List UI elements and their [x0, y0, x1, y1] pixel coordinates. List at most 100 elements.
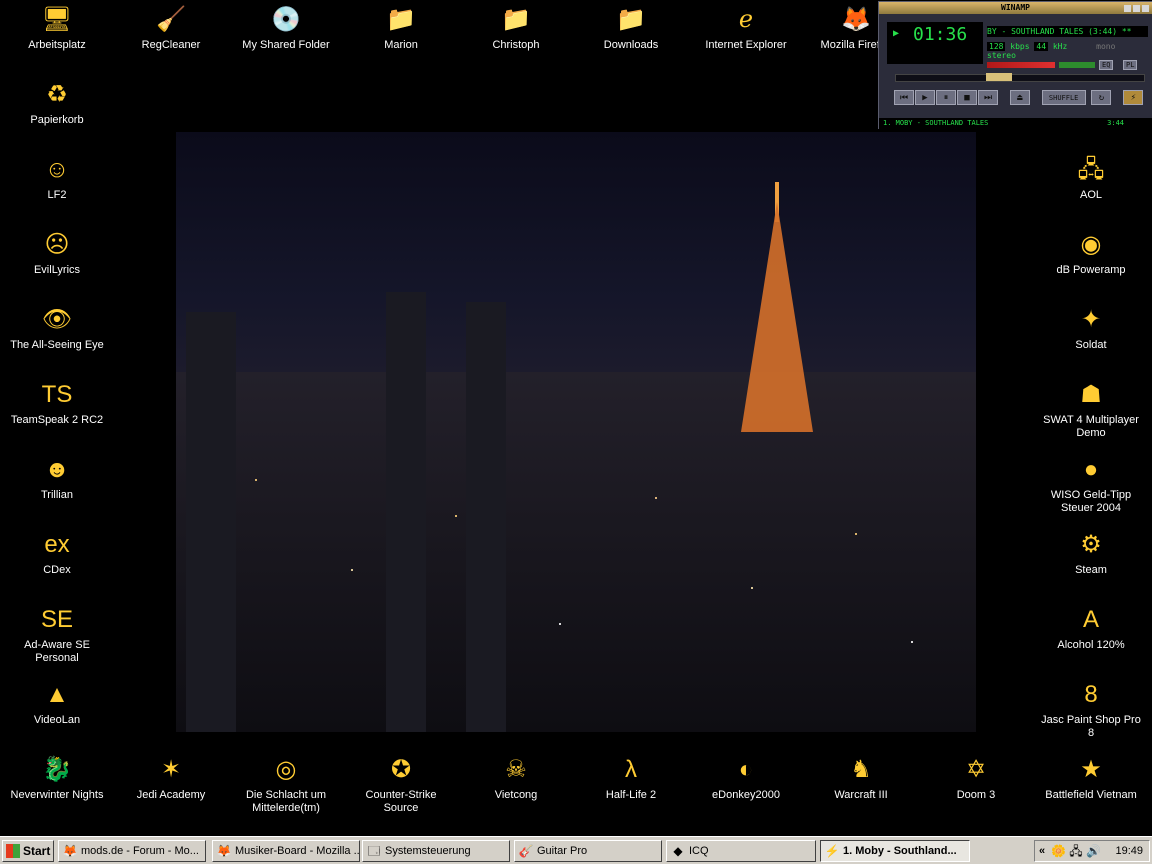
- desktop-icon-label[interactable]: Jedi Academy: [115, 789, 227, 802]
- desktop-icon[interactable]: 🖧 AOL: [1035, 154, 1147, 202]
- icq-tray-icon[interactable]: 🌼: [1051, 844, 1066, 858]
- desktop-icon[interactable]: ♞ Warcraft III: [805, 754, 917, 802]
- desktop-icon-image[interactable]: ✦: [1075, 304, 1107, 336]
- desktop-icon[interactable]: 📁 Marion: [345, 4, 457, 52]
- desktop-icon-label[interactable]: LF2: [1, 189, 113, 202]
- winamp-title-bar[interactable]: WINAMP: [879, 2, 1152, 14]
- desktop-icon-image[interactable]: ▲: [41, 679, 73, 711]
- desktop-icon[interactable]: ☺ LF2: [1, 154, 113, 202]
- desktop-icon-image[interactable]: ⚙: [1075, 529, 1107, 561]
- taskbar-button[interactable]: 🗔 Systemsteuerung: [362, 840, 510, 862]
- desktop-icon-label[interactable]: Arbeitsplatz: [1, 39, 113, 52]
- pause-icon[interactable]: ⏸: [936, 90, 956, 105]
- desktop-icon-image[interactable]: λ: [615, 754, 647, 786]
- desktop-icon[interactable]: λ Half-Life 2: [575, 754, 687, 802]
- desktop-icon-image[interactable]: 📁: [500, 4, 532, 36]
- winamp-logo-icon[interactable]: ⚡: [1123, 90, 1144, 105]
- desktop-icon[interactable]: 8 Jasc Paint Shop Pro 8: [1035, 679, 1147, 740]
- desktop-icon-label[interactable]: Die Schlacht um Mittelerde(tm): [230, 789, 342, 815]
- desktop-icon[interactable]: 💿 My Shared Folder: [230, 4, 342, 52]
- desktop-icon-label[interactable]: EvilLyrics: [1, 264, 113, 277]
- desktop-icon-label[interactable]: Battlefield Vietnam: [1035, 789, 1147, 802]
- desktop-icon-label[interactable]: Marion: [345, 39, 457, 52]
- desktop-icon-image[interactable]: A: [1075, 604, 1107, 636]
- desktop-icon-image[interactable]: ◉: [1075, 229, 1107, 261]
- desktop-icon[interactable]: ◐ eDonkey2000: [690, 754, 802, 802]
- desktop-icon-label[interactable]: VideoLan: [1, 714, 113, 727]
- desktop-icon-label[interactable]: AOL: [1035, 189, 1147, 202]
- desktop-icon-label[interactable]: SWAT 4 Multiplayer Demo: [1035, 414, 1147, 440]
- desktop-icon-label[interactable]: CDex: [1, 564, 113, 577]
- winamp-shuffle-button[interactable]: SHUFFLE: [1041, 90, 1086, 105]
- desktop-icon[interactable]: ✶ Jedi Academy: [115, 754, 227, 802]
- desktop-icon-label[interactable]: Warcraft III: [805, 789, 917, 802]
- desktop-icon-image[interactable]: 👁: [41, 304, 73, 336]
- playlist-entry[interactable]: 1. MOBY - SOUTHLAND TALES: [883, 119, 988, 127]
- desktop-icon-image[interactable]: ☠: [500, 754, 532, 786]
- winamp-window[interactable]: WINAMP ▶ 01:36 BY - SOUTHLAND TALES (3:4…: [878, 1, 1152, 129]
- desktop-icon-image[interactable]: ★: [1075, 754, 1107, 786]
- desktop-icon[interactable]: 📁 Christoph: [460, 4, 572, 52]
- winamp-window-controls[interactable]: [1122, 4, 1149, 16]
- desktop-icon[interactable]: 🖥 Arbeitsplatz: [1, 4, 113, 52]
- winamp-seek-bar[interactable]: [895, 73, 1145, 82]
- desktop-icon-label[interactable]: dB Poweramp: [1035, 264, 1147, 277]
- desktop-icon-image[interactable]: 8: [1075, 679, 1107, 711]
- winamp-balance-slider[interactable]: [1059, 62, 1095, 68]
- winamp-pl-button[interactable]: PL: [1123, 60, 1138, 70]
- start-button[interactable]: Start: [2, 840, 54, 862]
- desktop-icon[interactable]: ☹ EvilLyrics: [1, 229, 113, 277]
- desktop-icon[interactable]: ☻ Trillian: [1, 454, 113, 502]
- desktop-icon-image[interactable]: TS: [41, 379, 73, 411]
- desktop-icon-label[interactable]: WISO Geld-Tipp Steuer 2004: [1035, 489, 1147, 515]
- desktop-icon-label[interactable]: My Shared Folder: [230, 39, 342, 52]
- desktop-icon[interactable]: ◎ Die Schlacht um Mittelerde(tm): [230, 754, 342, 815]
- taskbar-button[interactable]: 🦊 Musiker-Board - Mozilla ...: [212, 840, 360, 862]
- desktop-icon-label[interactable]: Alcohol 120%: [1035, 639, 1147, 652]
- desktop-icon-label[interactable]: Internet Explorer: [690, 39, 802, 52]
- desktop-icon-image[interactable]: ☺: [41, 154, 73, 186]
- desktop-icon[interactable]: 👁 The All-Seeing Eye: [1, 304, 113, 352]
- desktop-icon-label[interactable]: RegCleaner: [115, 39, 227, 52]
- desktop-icon-label[interactable]: The All-Seeing Eye: [1, 339, 113, 352]
- repeat-icon[interactable]: ↻: [1091, 90, 1112, 105]
- desktop-icon[interactable]: 🐉 Neverwinter Nights: [1, 754, 113, 802]
- desktop-icon-image[interactable]: ✶: [155, 754, 187, 786]
- desktop-icon-label[interactable]: Papierkorb: [1, 114, 113, 127]
- desktop-icon[interactable]: ▲ VideoLan: [1, 679, 113, 727]
- taskbar-button[interactable]: ◆ ICQ: [666, 840, 816, 862]
- tray-icons[interactable]: 🌼 🖧 🔊: [1051, 843, 1101, 859]
- desktop-icon[interactable]: ex CDex: [1, 529, 113, 577]
- taskbar-clock[interactable]: 19:49: [1115, 841, 1143, 861]
- desktop-icon-image[interactable]: SE: [41, 604, 73, 636]
- desktop-icon[interactable]: ♻ Papierkorb: [1, 79, 113, 127]
- desktop-icon-image[interactable]: ♻: [41, 79, 73, 111]
- desktop-icon-label[interactable]: Vietcong: [460, 789, 572, 802]
- desktop-icon-image[interactable]: 🐉: [41, 754, 73, 786]
- desktop-icon-image[interactable]: ●: [1075, 454, 1107, 486]
- desktop-icon-image[interactable]: ☗: [1075, 379, 1107, 411]
- desktop-icon[interactable]: ☗ SWAT 4 Multiplayer Demo: [1035, 379, 1147, 440]
- previous-icon[interactable]: ⏮: [894, 90, 914, 105]
- winamp-minimize-button[interactable]: [1124, 5, 1131, 12]
- volume-tray-icon[interactable]: 🔊: [1086, 844, 1101, 858]
- network-tray-icon[interactable]: 🖧: [1069, 844, 1082, 858]
- desktop-icon-image[interactable]: ☹: [41, 229, 73, 261]
- desktop-icon-label[interactable]: Half-Life 2: [575, 789, 687, 802]
- next-icon[interactable]: ⏭: [978, 90, 998, 105]
- desktop-icon-image[interactable]: ✡: [960, 754, 992, 786]
- desktop-icon[interactable]: ◉ dB Poweramp: [1035, 229, 1147, 277]
- eject-icon[interactable]: ⏏: [1009, 90, 1030, 105]
- desktop-icon[interactable]: 🧹 RegCleaner: [115, 4, 227, 52]
- winamp-time[interactable]: 01:36: [913, 24, 967, 45]
- taskbar-button[interactable]: 🎸 Guitar Pro: [514, 840, 662, 862]
- desktop-icon-image[interactable]: 💿: [270, 4, 302, 36]
- desktop-icon[interactable]: TS TeamSpeak 2 RC2: [1, 379, 113, 427]
- desktop-icon[interactable]: 📁 Downloads: [575, 4, 687, 52]
- desktop-icon[interactable]: SE Ad-Aware SE Personal: [1, 604, 113, 665]
- winamp-close-button[interactable]: [1142, 5, 1149, 12]
- taskbar-button[interactable]: 🦊 mods.de - Forum - Mo...: [58, 840, 206, 862]
- winamp-shade-button[interactable]: [1133, 5, 1140, 12]
- winamp-volume-slider[interactable]: [987, 62, 1055, 68]
- desktop-icon-label[interactable]: eDonkey2000: [690, 789, 802, 802]
